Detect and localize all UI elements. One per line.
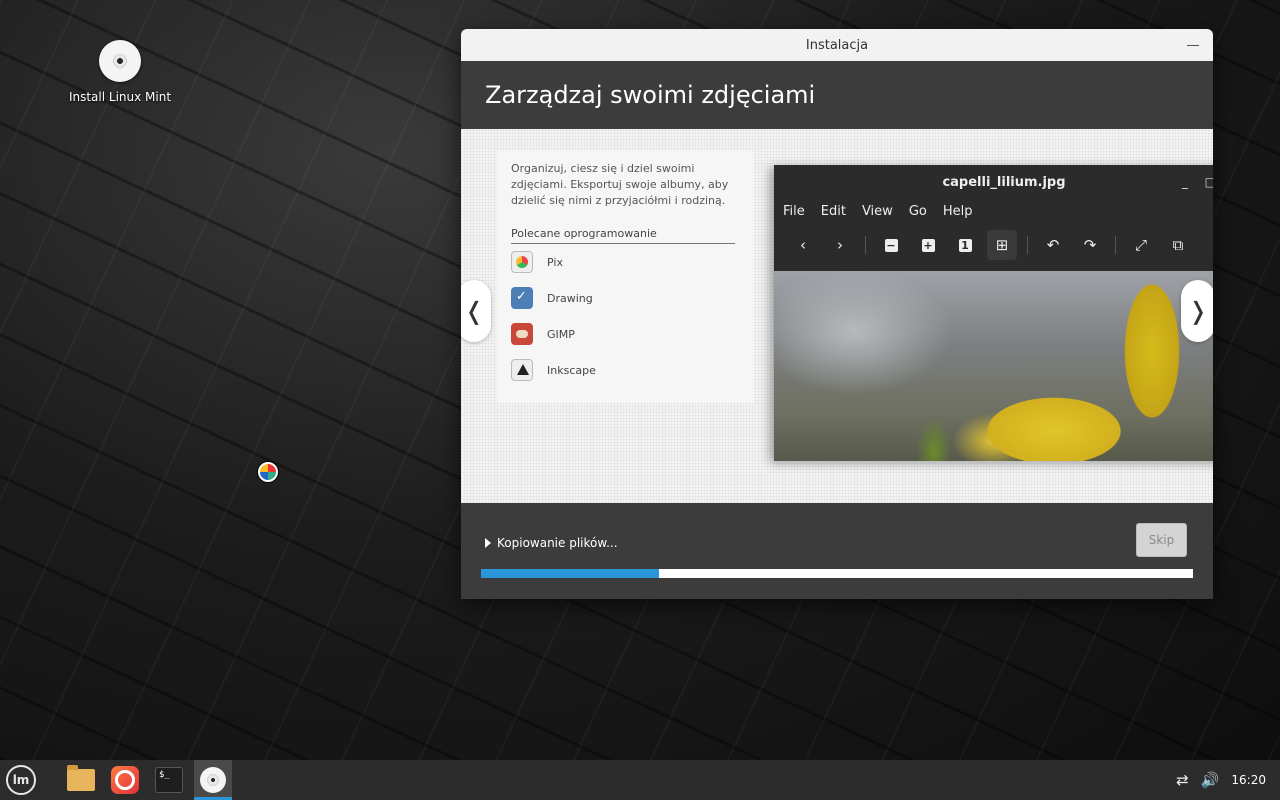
zoom-out-icon: −: [884, 238, 898, 252]
fullscreen-icon: ⤢: [1134, 236, 1147, 254]
back-icon: ‹: [800, 236, 806, 254]
slide-title: Zarządzaj swoimi zdjęciami: [485, 81, 816, 109]
progress-bar: [481, 569, 1193, 578]
clock[interactable]: 16:20: [1231, 773, 1266, 787]
actual-size-icon: 1: [950, 230, 980, 260]
firefox-icon: [111, 766, 139, 794]
app-item-inkscape: Inkscape: [511, 352, 739, 388]
disc-icon: [200, 767, 226, 793]
viewer-toolbar: ‹ › − + 1 ⊞ ↶ ↷ ⤢ ⧉: [774, 223, 1213, 267]
toolbar-separator: [1115, 236, 1116, 254]
linux-mint-logo-icon: lm: [6, 765, 36, 795]
inkscape-icon: [511, 359, 533, 381]
window-titlebar[interactable]: Instalacja: [461, 29, 1213, 61]
viewer-menu-help: Help: [942, 203, 973, 219]
busy-cursor-icon: [258, 462, 278, 482]
slideshow-area: Organizuj, ciesz się i dziel swoimi zdję…: [461, 129, 1213, 503]
app-item-gimp: GIMP: [511, 316, 739, 352]
app-item-pix: Pix: [511, 244, 739, 280]
progress-status-text: Kopiowanie plików...: [497, 536, 618, 550]
next-slide-button[interactable]: ❭: [1181, 280, 1213, 342]
slideshow-icon: ⧉: [1172, 236, 1184, 254]
toolbar-separator: [1027, 236, 1028, 254]
app-label: GIMP: [547, 327, 575, 341]
recommended-software-title: Polecane oprogramowanie: [511, 227, 735, 244]
viewer-menu-file: File: [783, 203, 805, 219]
slide-description: Organizuj, ciesz się i dziel swoimi zdję…: [511, 162, 729, 207]
expander-triangle-icon: [485, 538, 491, 548]
viewer-menu-edit: Edit: [820, 203, 846, 219]
network-icon[interactable]: ⇄: [1176, 771, 1189, 789]
taskbar: lm $_ ⇄ 🔊 16:20: [0, 760, 1280, 800]
forward-icon: ›: [837, 236, 843, 254]
image-viewer-screenshot: capelli_lilium.jpg _ □ File Edit View Go…: [774, 165, 1213, 461]
desktop-icon-label: Install Linux Mint: [68, 90, 172, 104]
terminal-launcher[interactable]: $_: [150, 760, 188, 800]
drawing-icon: [511, 287, 533, 309]
files-launcher[interactable]: [62, 760, 100, 800]
viewer-minimize-icon: _: [1182, 175, 1188, 189]
zoom-in-icon: +: [921, 238, 935, 252]
slide-header: Zarządzaj swoimi zdjęciami: [461, 61, 1213, 129]
slide-info-panel: Organizuj, ciesz się i dziel swoimi zdję…: [497, 151, 753, 403]
volume-icon[interactable]: 🔊: [1201, 771, 1220, 789]
rotate-right-icon: ↷: [1083, 236, 1097, 254]
system-tray: ⇄ 🔊 16:20: [1176, 760, 1266, 800]
minimize-button[interactable]: [1187, 37, 1199, 46]
rotate-left-icon: ↶: [1046, 236, 1060, 254]
app-label: Inkscape: [547, 363, 596, 377]
menu-button[interactable]: lm: [2, 760, 40, 800]
gimp-icon: [511, 323, 533, 345]
viewer-titlebar: capelli_lilium.jpg _ □: [774, 165, 1213, 199]
toolbar-separator: [865, 236, 866, 254]
viewer-maximize-icon: □: [1204, 175, 1213, 189]
progress-details-toggle[interactable]: Kopiowanie plików...: [485, 536, 618, 550]
app-label: Pix: [547, 255, 563, 269]
viewer-title: capelli_lilium.jpg: [942, 174, 1066, 190]
app-label: Drawing: [547, 291, 593, 305]
window-title: Instalacja: [805, 37, 869, 53]
viewer-menu-go: Go: [908, 203, 927, 219]
lily-photo: [774, 271, 1213, 461]
previous-slide-button[interactable]: ❬: [461, 280, 491, 342]
app-item-drawing: Drawing: [511, 280, 739, 316]
skip-button[interactable]: Skip: [1136, 523, 1187, 557]
installer-taskbar-button[interactable]: [194, 760, 232, 800]
install-linux-mint-desktop-icon[interactable]: Install Linux Mint: [62, 40, 178, 104]
disc-icon: [99, 40, 141, 82]
viewer-menu-view: View: [861, 203, 893, 219]
folder-icon: [67, 765, 95, 791]
viewer-menubar: File Edit View Go Help: [774, 199, 1213, 223]
fit-to-window-icon: ⊞: [987, 230, 1017, 260]
terminal-icon: $_: [155, 767, 183, 793]
progress-bar-fill: [481, 569, 659, 578]
installer-window: Instalacja Zarządzaj swoimi zdjęciami Or…: [461, 29, 1213, 599]
pix-icon: [511, 251, 533, 273]
firefox-launcher[interactable]: [106, 760, 144, 800]
